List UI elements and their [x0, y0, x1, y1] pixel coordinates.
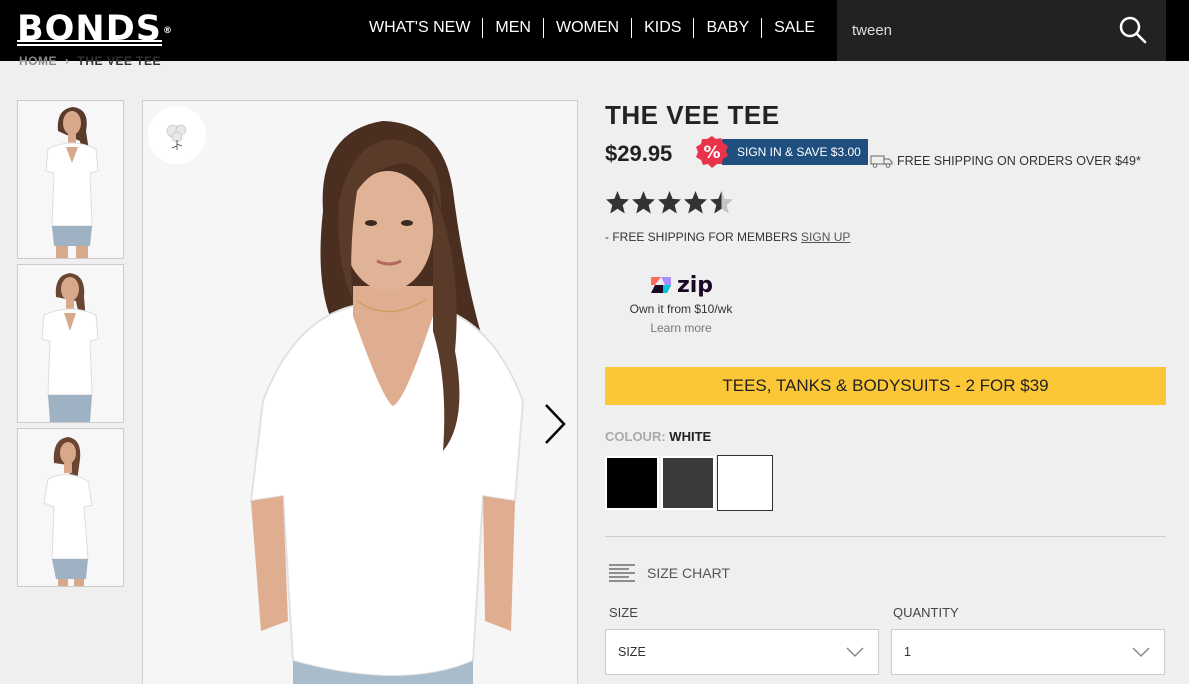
half-star-icon [710, 191, 733, 214]
chevron-down-icon [846, 647, 864, 658]
cotton-icon [166, 124, 187, 150]
swatch-charcoal[interactable] [661, 456, 715, 510]
next-image-arrow-icon[interactable] [540, 401, 570, 447]
promo-offer-banner[interactable]: TEES, TANKS & BODYSUITS - 2 FOR $39 [605, 367, 1166, 405]
colour-label-text: COLOUR: [605, 429, 666, 444]
thumbnail-3[interactable] [17, 428, 124, 587]
logo-stripes-icon [17, 40, 162, 46]
size-select-value: SIZE [618, 645, 646, 659]
star-icon [684, 191, 707, 214]
zip-logo-icon [650, 277, 671, 293]
product-price: $29.95 [605, 141, 673, 166]
rating-stars[interactable] [605, 190, 735, 215]
zip-learn-more-link[interactable]: Learn more [615, 321, 747, 335]
product-thumbnail-image [18, 101, 123, 258]
percent-symbol: % [703, 143, 720, 163]
site-header: BONDS® WHAT'S NEW MEN WOMEN KIDS BABY SA… [0, 0, 1189, 61]
product-thumbnail-image [18, 429, 123, 586]
swatch-black[interactable] [605, 456, 659, 510]
nav-women[interactable]: WOMEN [544, 18, 633, 38]
quantity-label: QUANTITY [893, 605, 959, 620]
quantity-select-value: 1 [904, 645, 911, 659]
nav-whats-new[interactable]: WHAT'S NEW [357, 18, 484, 38]
breadcrumb: HOME › THE VEE TEE [19, 54, 161, 68]
member-text: - FREE SHIPPING FOR MEMBERS [605, 230, 798, 244]
shipping-text: FREE SHIPPING ON ORDERS OVER $49* [897, 154, 1141, 168]
breadcrumb-chevron-icon: › [65, 54, 70, 68]
zip-wordmark: zip [676, 272, 714, 298]
quantity-select[interactable]: 1 [891, 629, 1165, 675]
sign-up-link[interactable]: SIGN UP [801, 230, 850, 244]
thumbnail-2[interactable] [17, 264, 124, 423]
zip-pay-widget[interactable]: zip Own it from $10/wk Learn more [615, 270, 747, 336]
product-thumbnail-image [18, 265, 123, 422]
chevron-down-icon [1132, 647, 1150, 658]
percent-badge-icon: % [696, 136, 728, 168]
thumbnail-1[interactable] [17, 100, 124, 259]
nav-sale[interactable]: SALE [762, 18, 827, 38]
zip-text: Own it from $10/wk [629, 302, 733, 316]
model-photo [143, 101, 577, 684]
search-input[interactable] [837, 0, 1107, 61]
star-icon [606, 191, 629, 214]
member-shipping-note: - FREE SHIPPING FOR MEMBERS SIGN UP [605, 230, 850, 244]
main-nav: WHAT'S NEW MEN WOMEN KIDS BABY SALE [357, 18, 827, 38]
zip-logo: zip [615, 270, 747, 300]
truck-icon [870, 155, 893, 168]
nav-kids[interactable]: KIDS [632, 18, 695, 38]
product-title: THE VEE TEE [605, 100, 780, 130]
nav-baby[interactable]: BABY [694, 18, 763, 38]
aussie-cotton-badge [148, 106, 206, 164]
size-select[interactable]: SIZE [605, 629, 879, 675]
search-icon[interactable] [1117, 14, 1149, 46]
search-bar [837, 0, 1166, 61]
swatch-white[interactable] [717, 455, 773, 511]
promo-label[interactable]: SIGN IN & SAVE $3.00 [722, 139, 868, 165]
registered-mark: ® [162, 26, 173, 36]
size-chart-link[interactable]: SIZE CHART [609, 563, 730, 583]
colour-value: WHITE [669, 429, 712, 444]
divider [605, 536, 1166, 537]
size-label: SIZE [609, 605, 638, 620]
size-chart-icon [609, 564, 635, 582]
star-icon [658, 191, 681, 214]
main-product-image[interactable] [142, 100, 578, 684]
free-shipping-info: FREE SHIPPING ON ORDERS OVER $49* [870, 154, 1141, 168]
breadcrumb-home[interactable]: HOME [19, 54, 57, 68]
colour-label: COLOUR: WHITE [605, 429, 711, 444]
size-chart-label: SIZE CHART [647, 565, 730, 581]
breadcrumb-current: THE VEE TEE [77, 54, 162, 68]
nav-men[interactable]: MEN [483, 18, 544, 38]
star-icon [632, 191, 655, 214]
